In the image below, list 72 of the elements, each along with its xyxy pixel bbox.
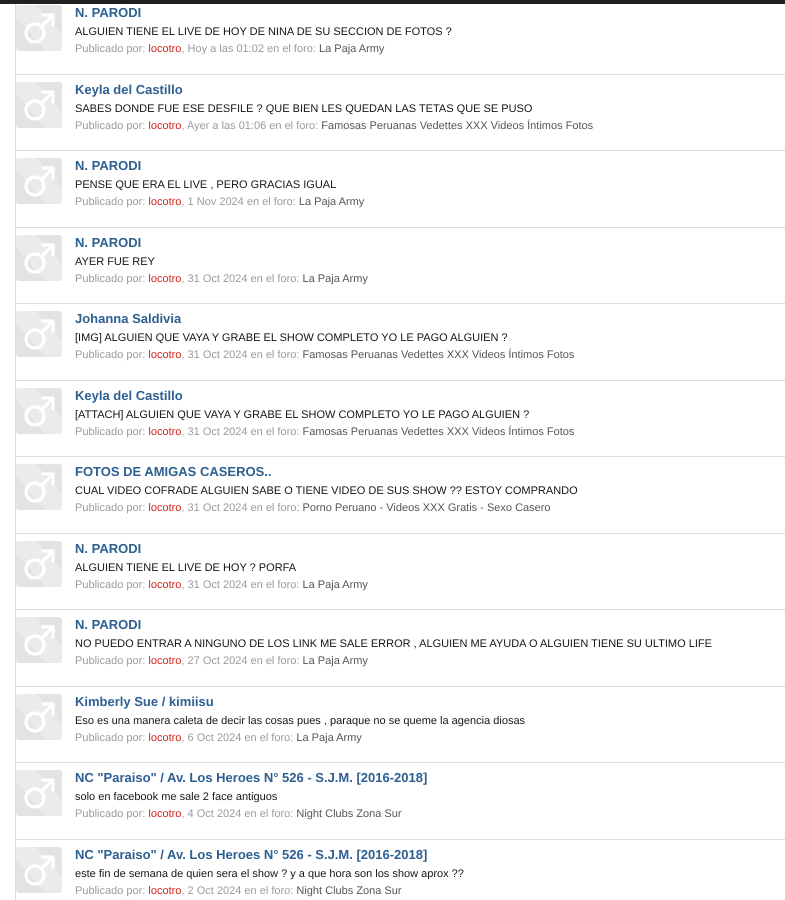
thread-title-link[interactable]: Kimberly Sue / kimiisu <box>75 694 526 710</box>
avatar[interactable] <box>16 82 62 128</box>
forum-link[interactable]: La Paja Army <box>319 43 384 55</box>
forum-link[interactable]: La Paja Army <box>302 655 368 667</box>
thread-title-link[interactable]: N. PARODI <box>75 5 452 21</box>
author-link[interactable]: locotro <box>148 349 182 361</box>
avatar[interactable] <box>16 234 62 280</box>
forum-link[interactable]: Famosas Peruanas Vedettes XXX Videos Íntimos Fotos <box>302 349 574 361</box>
thread-title-link[interactable]: N. PARODI <box>75 158 364 174</box>
author-link[interactable]: locotro <box>148 578 182 590</box>
thread-title-link[interactable]: FOTOS DE AMIGAS CASEROS.. <box>75 464 578 480</box>
forum-link[interactable]: La Paja Army <box>296 732 362 744</box>
avatar[interactable] <box>16 617 62 663</box>
post-excerpt: CUAL VIDEO COFRADE ALGUIEN SABE O TIENE VIDEO DE SUS SHOW ?? ESTOY COMPRANDO <box>75 485 578 498</box>
thread-title-link[interactable]: N. PARODI <box>75 617 712 633</box>
avatar[interactable] <box>16 5 62 51</box>
avatar[interactable] <box>16 311 62 357</box>
avatar[interactable] <box>16 464 62 510</box>
post-meta: Publicado por: locotro, 31 Oct 2024 en el foro: La Paja Army <box>75 272 368 286</box>
author-link[interactable]: locotro <box>148 884 182 896</box>
avatar[interactable] <box>16 770 62 816</box>
post-excerpt: PENSE QUE ERA EL LIVE , PERO GRACIAS IGUAL <box>75 179 338 192</box>
post-excerpt: solo en facebook me sale 2 face antiguos <box>75 791 278 804</box>
avatar[interactable] <box>16 846 62 892</box>
forum-link[interactable]: Night Clubs Zona Sur <box>296 884 402 896</box>
post-meta: Publicado por: locotro, 31 Oct 2024 en el foro: La Paja Army <box>75 578 368 592</box>
author-link[interactable]: locotro <box>148 502 182 514</box>
post-excerpt: [ATTACH] ALGUIEN QUE VAYA Y GRABE EL SHOW COMPLETO YO LE PAGO ALGUIEN ? <box>75 408 530 422</box>
post-excerpt: ALGUIEN TIENE EL LIVE DE HOY DE NINA DE SU SECCION DE FOTOS ? <box>75 26 452 39</box>
thread-title-link[interactable]: N. PARODI <box>75 540 368 556</box>
author-link[interactable]: locotro <box>148 43 182 55</box>
author-link[interactable]: locotro <box>148 426 182 438</box>
post-meta: Publicado por: locotro, 31 Oct 2024 en el foro: Porno Peruano - Videos XXX Gratis - Sexo Casero <box>75 502 552 515</box>
author-link[interactable]: locotro <box>148 272 182 284</box>
post-excerpt: NO PUEDO ENTRAR A NINGUNO DE LOS LINK ME SALE ERROR , ALGUIEN ME AYUDA O ALGUIEN TIENE SU ULTIMO LIFE <box>75 638 712 651</box>
post-meta: Publicado por: locotro, 4 Oct 2024 en el foro: Night Clubs Zona Sur <box>75 808 403 821</box>
forum-link[interactable]: Night Clubs Zona Sur <box>296 808 402 820</box>
thread-title-link[interactable]: NC "Paraiso" / Av. Los Heroes N° 526 - S.J.M. [2016-2018] <box>75 770 428 786</box>
post-excerpt: ALGUIEN TIENE EL LIVE DE HOY ? PORFA <box>75 562 298 574</box>
post-meta: Publicado por: locotro, 6 Oct 2024 en el foro: La Paja Army <box>75 732 363 744</box>
forum-link[interactable]: Famosas Peruanas Vedettes XXX Videos Íntimos Fotos <box>302 426 574 438</box>
post-meta: Publicado por: locotro, Hoy a las 01:02 en el foro: La Paja Army <box>75 43 386 56</box>
post-excerpt: SABES DONDE FUE ESE DESFILE ? QUE BIEN LES QUEDAN LAS TETAS QUE SE PUSO <box>75 102 534 116</box>
post-excerpt: Eso es una manera caleta de decir las cosas pues , paraque no se queme la agencia diosas <box>75 714 526 728</box>
post-meta: Publicado por: locotro, 31 Oct 2024 en el foro: Famosas Peruanas Vedettes XXX Videos Íntimos Fotos <box>75 349 574 362</box>
post-meta: Publicado por: locotro, 2 Oct 2024 en el foro: Night Clubs Zona Sur <box>75 884 403 898</box>
avatar[interactable] <box>16 158 62 204</box>
forum-link[interactable]: La Paja Army <box>302 272 368 284</box>
post-excerpt: AYER FUE REY <box>75 256 156 268</box>
avatar[interactable] <box>16 694 62 740</box>
thread-title-link[interactable]: NC "Paraiso" / Av. Los Heroes N° 526 - S.J.M. [2016-2018] <box>75 846 464 862</box>
author-link[interactable]: locotro <box>148 120 182 132</box>
forum-link[interactable]: La Paja Army <box>298 196 364 208</box>
post-meta: Publicado por: locotro, 1 Nov 2024 en el foro: La Paja Army <box>75 196 364 209</box>
thread-title-link[interactable]: N. PARODI <box>75 234 368 250</box>
forum-link[interactable]: La Paja Army <box>302 578 368 590</box>
thread-title-link[interactable]: Keyla del Castillo <box>75 82 594 98</box>
post-meta: Publicado por: locotro, Ayer a las 01:06 en el foro: Famosas Peruanas Vedettes XXX Videos Íntimos Fotos <box>75 120 594 132</box>
thread-title-link[interactable]: Johanna Saldivia <box>75 311 574 327</box>
forum-link[interactable]: Porno Peruano - Videos XXX Gratis - Sexo Casero <box>302 502 551 514</box>
post-meta: Publicado por: locotro, 31 Oct 2024 en el foro: Famosas Peruanas Vedettes XXX Videos Íntimos Fotos <box>75 426 574 438</box>
thread-title-link[interactable]: Keyla del Castillo <box>75 388 574 404</box>
author-link[interactable]: locotro <box>148 196 182 208</box>
author-link[interactable]: locotro <box>148 655 182 667</box>
post-excerpt: [IMG] ALGUIEN QUE VAYA Y GRABE EL SHOW COMPLETO YO LE PAGO ALGUIEN ? <box>75 332 509 345</box>
author-link[interactable]: locotro <box>148 808 182 820</box>
avatar[interactable] <box>16 388 62 434</box>
post-excerpt: este fin de semana de quien sera el show ? y a que hora son los show aprox ?? <box>75 868 464 880</box>
author-link[interactable]: locotro <box>148 732 182 744</box>
forum-link[interactable]: Famosas Peruanas Vedettes XXX Videos Íntimos Fotos <box>321 120 594 132</box>
avatar[interactable] <box>16 540 62 586</box>
post-meta: Publicado por: locotro, 27 Oct 2024 en el foro: La Paja Army <box>75 655 369 668</box>
